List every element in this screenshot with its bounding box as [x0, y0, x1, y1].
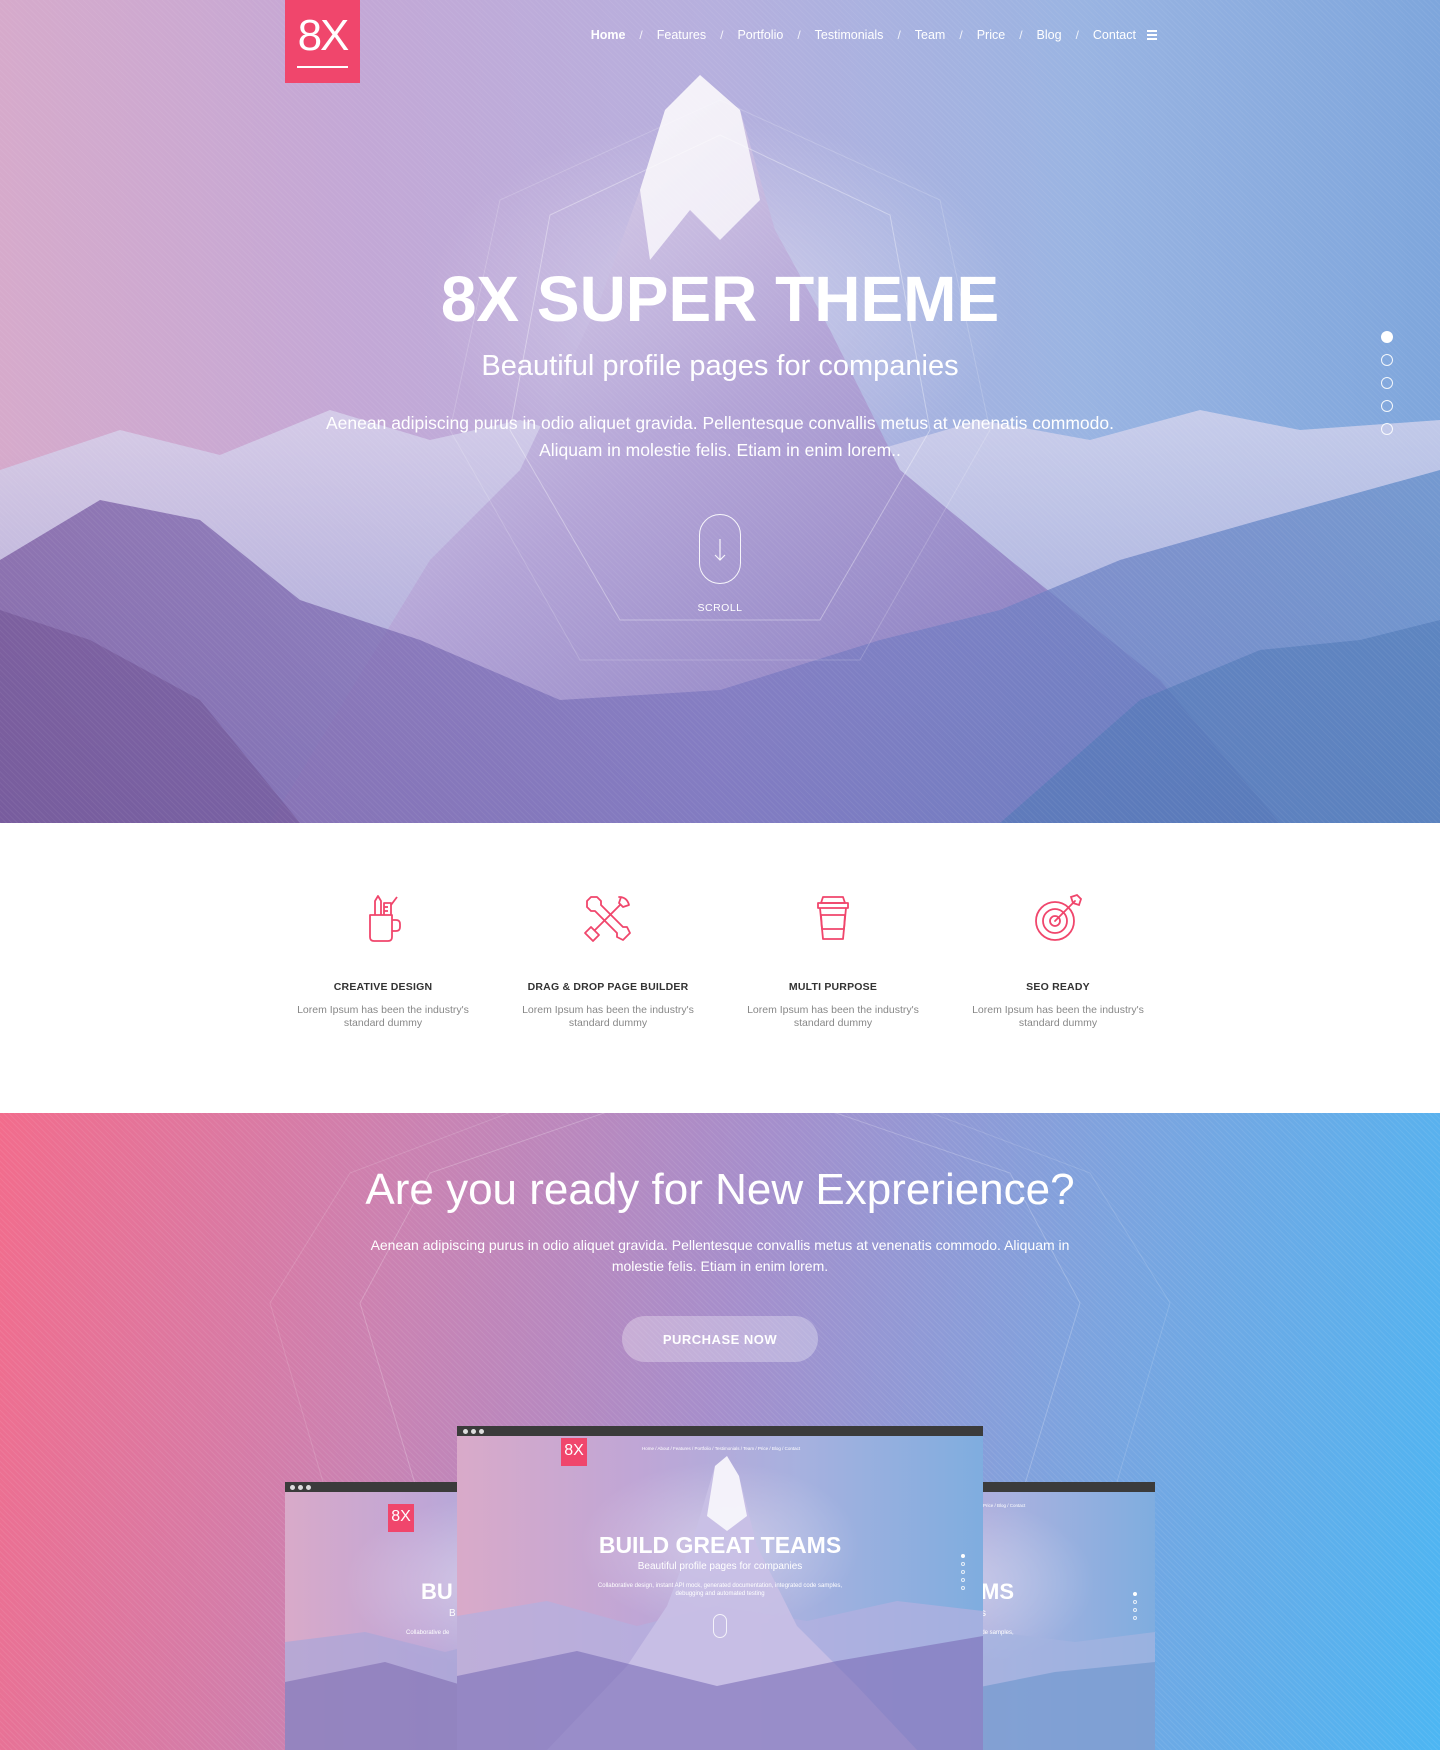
- feature-text-line2: standard dummy: [343, 1017, 423, 1029]
- feature-text-line2: standard dummy: [793, 1017, 873, 1029]
- hero-description-line1: Aenean adipiscing purus in odio aliquet …: [326, 413, 1114, 433]
- main-nav: Home / Features / Portfolio / Testimonia…: [591, 28, 1157, 42]
- slide-dot-4[interactable]: [1381, 400, 1393, 412]
- mockup-subtitle-fragment: B: [449, 1608, 456, 1619]
- hero-subtitle: Beautiful profile pages for companies: [481, 350, 959, 382]
- feature-text-line2: standard dummy: [1018, 1017, 1098, 1029]
- feature-text: Lorem Ipsum has been the industry's stan…: [283, 1004, 483, 1030]
- feature-title: MULTI PURPOSE: [788, 981, 878, 993]
- mockup-text: Collaborative design, instant API mock, …: [457, 1582, 983, 1598]
- scroll-down-button[interactable]: [699, 514, 741, 584]
- mockup-pagination: [1133, 1592, 1137, 1620]
- feature-seo-ready: SEO READY Lorem Ipsum has been the indus…: [958, 823, 1158, 1030]
- logo-underline: [297, 66, 348, 68]
- mockup-scroll-icon: [713, 1614, 727, 1638]
- nav-separator: /: [897, 28, 901, 42]
- slide-dot-5[interactable]: [1381, 423, 1393, 435]
- nav-separator: /: [1019, 28, 1023, 42]
- hero-section: 8X Home / Features / Portfolio / Testimo…: [0, 0, 1440, 823]
- nav-portfolio[interactable]: Portfolio: [737, 28, 783, 42]
- nav-contact[interactable]: Contact: [1093, 28, 1136, 42]
- feature-text: Lorem Ipsum has been the industry's stan…: [733, 1004, 933, 1030]
- slide-dot-2[interactable]: [1381, 354, 1393, 366]
- feature-creative-design: CREATIVE DESIGN Lorem Ipsum has been the…: [283, 823, 483, 1030]
- nav-separator: /: [797, 28, 801, 42]
- purchase-now-button[interactable]: PURCHASE NOW: [622, 1316, 818, 1362]
- cta-section: Are you ready for New Exprerience? Aenea…: [0, 1113, 1440, 1750]
- pencil-cup-icon: [369, 895, 401, 942]
- mockup-text-line2: debugging and automated testing: [675, 1591, 765, 1597]
- target-icon: [1035, 893, 1083, 941]
- cta-description-line2: molestie felis. Etiam in enim lorem.: [611, 1258, 829, 1274]
- nav-home[interactable]: Home: [591, 28, 626, 42]
- cta-description-line1: Aenean adipiscing purus in odio aliquet …: [370, 1237, 1070, 1253]
- mockup-nav: Home / About / Features / Portfolio / Te…: [642, 1446, 801, 1451]
- nav-team[interactable]: Team: [915, 28, 946, 42]
- feature-title: CREATIVE DESIGN: [333, 981, 433, 993]
- mockup-screen: 8X Home / About / Features / Portfolio /…: [457, 1436, 983, 1750]
- slide-pagination: [1381, 331, 1393, 435]
- mockup-logo: 8X: [561, 1438, 587, 1466]
- feature-title: SEO READY: [1026, 981, 1090, 993]
- tools-icon: [584, 896, 631, 942]
- slide-dot-1[interactable]: [1381, 331, 1393, 343]
- mockup-text-line1: Collaborative design, instant API mock, …: [597, 1583, 843, 1589]
- mockup-nav-fragment: Price / Blog / Contact: [983, 1503, 1026, 1508]
- feature-text: Lorem Ipsum has been the industry's stan…: [958, 1004, 1158, 1030]
- feature-text-line1: Lorem Ipsum has been the industry's: [297, 1004, 469, 1016]
- arrow-down-icon: [714, 539, 726, 561]
- coffee-cup-icon: [817, 896, 849, 940]
- feature-text-line1: Lorem Ipsum has been the industry's: [972, 1004, 1144, 1016]
- feature-multi-purpose: MULTI PURPOSE Lorem Ipsum has been the i…: [733, 823, 933, 1030]
- hero-description-line2: Aliquam in molestie felis. Etiam in enim…: [539, 440, 901, 460]
- nav-features[interactable]: Features: [657, 28, 706, 42]
- mockup-subtitle: Beautiful profile pages for companies: [637, 1561, 803, 1572]
- mockup-title-fragment: BU: [421, 1579, 453, 1604]
- cta-title: Are you ready for New Exprerience?: [365, 1165, 1075, 1214]
- mockup-title-fragment: MS: [981, 1579, 1014, 1604]
- hamburger-icon[interactable]: [1147, 30, 1157, 40]
- hero-title: 8X SUPER THEME: [440, 263, 1000, 335]
- nav-blog[interactable]: Blog: [1037, 28, 1062, 42]
- nav-separator: /: [959, 28, 963, 42]
- mockup-text-fragment: Collaborative de: [406, 1630, 450, 1636]
- mockup-logo: 8X: [388, 1504, 414, 1532]
- nav-separator: /: [720, 28, 724, 42]
- browser-mockup-center: 8X Home / About / Features / Portfolio /…: [457, 1426, 983, 1750]
- feature-text-line1: Lorem Ipsum has been the industry's: [747, 1004, 919, 1016]
- features-section: CREATIVE DESIGN Lorem Ipsum has been the…: [0, 823, 1440, 1113]
- feature-drag-drop: DRAG & DROP PAGE BUILDER Lorem Ipsum has…: [508, 823, 708, 1030]
- nav-price[interactable]: Price: [977, 28, 1005, 42]
- nav-testimonials[interactable]: Testimonials: [815, 28, 884, 42]
- feature-text-line1: Lorem Ipsum has been the industry's: [522, 1004, 694, 1016]
- scroll-label: SCROLL: [697, 602, 743, 614]
- cta-description: Aenean adipiscing purus in odio aliquet …: [340, 1235, 1100, 1277]
- site-logo[interactable]: 8X: [285, 0, 360, 83]
- mockup-title: BUILD GREAT TEAMS: [598, 1532, 842, 1558]
- hero-description: Aenean adipiscing purus in odio aliquet …: [280, 410, 1160, 464]
- browser-toolbar: [457, 1426, 983, 1436]
- slide-dot-3[interactable]: [1381, 377, 1393, 389]
- nav-separator: /: [639, 28, 643, 42]
- nav-separator: /: [1075, 28, 1079, 42]
- logo-text: 8X: [297, 11, 350, 60]
- feature-title: DRAG & DROP PAGE BUILDER: [527, 981, 689, 993]
- mockup-pagination: [961, 1554, 965, 1590]
- feature-text-line2: standard dummy: [568, 1017, 648, 1029]
- feature-text: Lorem Ipsum has been the industry's stan…: [508, 1004, 708, 1030]
